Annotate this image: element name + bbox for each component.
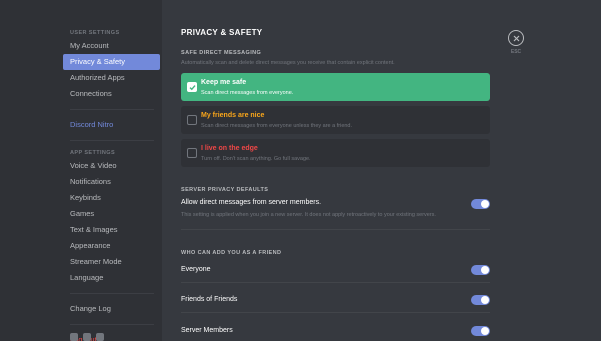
row-divider <box>181 312 490 313</box>
everyone-toggle[interactable] <box>471 265 490 275</box>
sidebar-divider <box>70 109 154 110</box>
safe-dm-header: SAFE DIRECT MESSAGING <box>181 50 262 56</box>
allow-dm-label: Allow direct messages from server member… <box>181 199 322 206</box>
twitter-icon[interactable] <box>70 333 78 341</box>
checkbox <box>187 115 197 125</box>
facebook-icon[interactable] <box>83 333 91 341</box>
social-links <box>70 333 104 341</box>
close-icon[interactable] <box>508 30 524 46</box>
page-title: PRIVACY & SAFETY <box>181 28 263 37</box>
radio-description: Scan direct messages from everyone. <box>201 90 294 96</box>
radio-description: Scan direct messages from everyone unles… <box>201 123 353 129</box>
sidebar-item-games[interactable]: Games <box>63 206 160 222</box>
friend-option-everyone-label: Everyone <box>181 266 211 273</box>
sidebar-nav: USER SETTINGS My Account Privacy & Safet… <box>63 28 160 341</box>
instagram-icon[interactable] <box>96 333 104 341</box>
sidebar-item-appearance[interactable]: Appearance <box>63 238 160 254</box>
friends-of-friends-toggle[interactable] <box>471 295 490 305</box>
sidebar-item-privacy-safety[interactable]: Privacy & Safety <box>63 54 160 70</box>
sidebar-item-notifications[interactable]: Notifications <box>63 174 160 190</box>
app-settings-header: APP SETTINGS <box>70 150 116 156</box>
friend-requests-header: WHO CAN ADD YOU AS A FRIEND <box>181 250 282 256</box>
sidebar-item-streamer-mode[interactable]: Streamer Mode <box>63 254 160 270</box>
row-divider <box>181 282 490 283</box>
sidebar-item-discord-nitro[interactable]: Discord Nitro <box>63 117 160 133</box>
checkbox <box>187 148 197 158</box>
safe-dm-description: Automatically scan and delete direct mes… <box>181 60 395 66</box>
settings-content: PRIVACY & SAFETY <box>181 28 490 37</box>
esc-label: ESC <box>510 49 522 55</box>
sidebar-divider <box>70 324 154 325</box>
settings-sidebar: USER SETTINGS My Account Privacy & Safet… <box>0 0 162 341</box>
user-settings-header: USER SETTINGS <box>70 30 120 36</box>
checkmark-icon <box>189 84 196 90</box>
sidebar-item-text-images[interactable]: Text & Images <box>63 222 160 238</box>
close-button[interactable]: ESC <box>508 30 526 55</box>
sidebar-divider <box>70 293 154 294</box>
allow-dm-description: This setting is applied when you join a … <box>181 212 436 218</box>
sidebar-divider <box>70 140 154 141</box>
radio-my-friends-are-nice[interactable]: My friends are nice Scan direct messages… <box>181 106 490 134</box>
radio-title: My friends are nice <box>201 112 265 119</box>
toggle-knob <box>481 266 489 274</box>
radio-keep-me-safe[interactable]: Keep me safe Scan direct messages from e… <box>181 73 490 101</box>
toggle-knob <box>481 200 489 208</box>
friend-option-friends-of-friends-label: Friends of Friends <box>181 296 238 303</box>
friend-option-server-members-label: Server Members <box>181 327 233 334</box>
sidebar-item-my-account[interactable]: My Account <box>63 38 160 54</box>
sidebar-item-change-log[interactable]: Change Log <box>63 301 160 317</box>
radio-i-live-on-the-edge[interactable]: I live on the edge Turn off. Don't scan … <box>181 139 490 167</box>
radio-title: Keep me safe <box>201 79 247 86</box>
server-privacy-header: SERVER PRIVACY DEFAULTS <box>181 187 269 193</box>
sidebar-item-authorized-apps[interactable]: Authorized Apps <box>63 70 160 86</box>
sidebar-item-language[interactable]: Language <box>63 270 160 286</box>
toggle-knob <box>481 327 489 335</box>
toggle-knob <box>481 296 489 304</box>
sidebar-item-keybinds[interactable]: Keybinds <box>63 190 160 206</box>
radio-description: Turn off. Don't scan anything. Go full s… <box>201 156 311 162</box>
checkbox <box>187 82 197 92</box>
sidebar-item-voice-video[interactable]: Voice & Video <box>63 158 160 174</box>
allow-dm-toggle[interactable] <box>471 199 490 209</box>
radio-title: I live on the edge <box>201 145 258 152</box>
section-divider <box>181 229 490 230</box>
sidebar-item-connections[interactable]: Connections <box>63 86 160 102</box>
server-members-toggle[interactable] <box>471 326 490 336</box>
